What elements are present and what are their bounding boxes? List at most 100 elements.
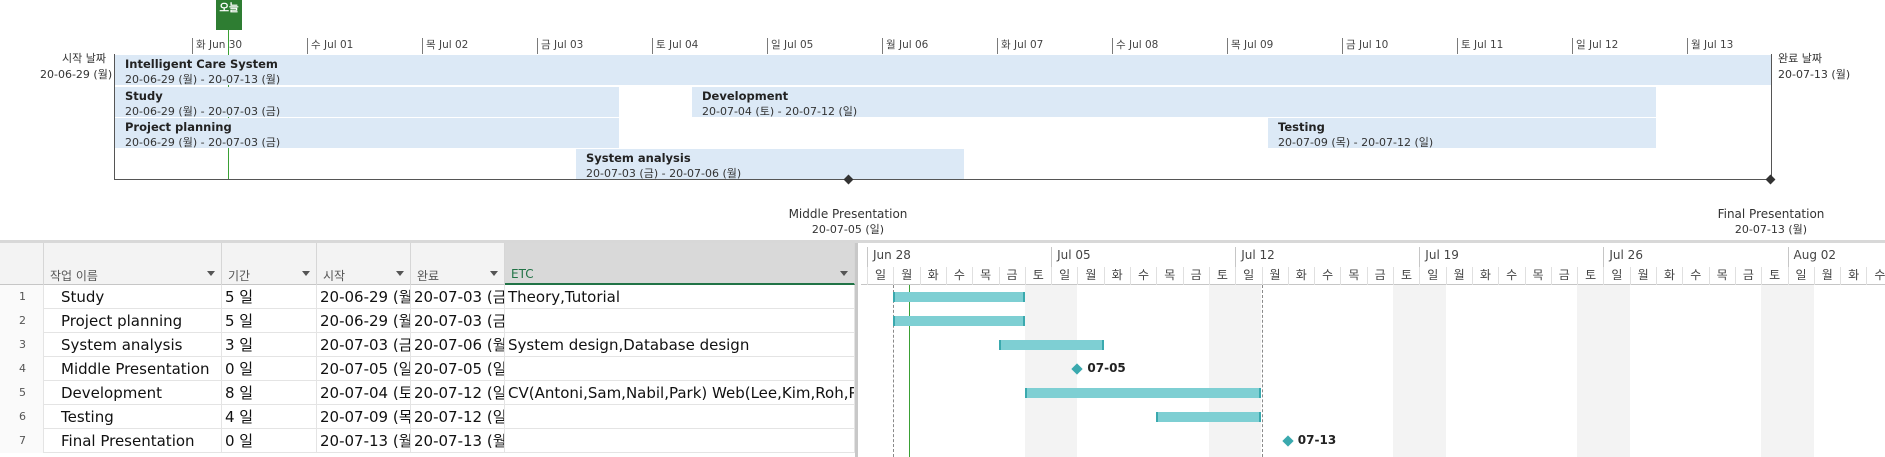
cell-duration[interactable]: 0 일 — [222, 429, 317, 453]
timeline-bar-testing[interactable]: Testing 20-07-09 (목) - 20-07-12 (일) — [1268, 118, 1656, 148]
cell-task-name[interactable]: Development — [44, 381, 222, 405]
cell-etc[interactable]: Theory,Tutorial — [505, 285, 855, 309]
table-row[interactable]: 6 Testing 4 일 20-07-09 (목) 20-07-12 (일) — [0, 405, 855, 429]
column-header-label: 완료 — [417, 269, 440, 283]
cell-task-name[interactable]: Testing — [44, 405, 222, 429]
table-row[interactable]: 3 System analysis 3 일 20-07-03 (금) 20-07-06 … — [0, 333, 855, 357]
table-header: 작업 이름 기간 시작 완료 ETC — [0, 243, 855, 285]
cell-task-name[interactable]: Middle Presentation — [44, 357, 222, 381]
row-number[interactable]: 5 — [0, 381, 44, 405]
cell-task-name[interactable]: Study — [44, 285, 222, 309]
column-header-finish[interactable]: 완료 — [411, 243, 505, 285]
row-number[interactable]: 3 — [0, 333, 44, 357]
cell-duration[interactable]: 5 일 — [222, 309, 317, 333]
column-header-task-name[interactable]: 작업 이름 — [44, 243, 222, 285]
scale-tick: 일 Jul 05 — [767, 38, 813, 54]
timescale-day: 화 — [919, 267, 946, 285]
cell-finish[interactable]: 20-07-12 (일) — [411, 381, 505, 405]
timescale-day: 토 — [1761, 267, 1787, 285]
timeline-bar-study[interactable]: Study 20-06-29 (월) - 20-07-03 (금) — [115, 87, 619, 117]
timescale-day: 화 — [1656, 267, 1682, 285]
timescale-day: 월 — [1077, 267, 1103, 285]
select-all-corner[interactable] — [0, 243, 44, 285]
start-date-label: 시작 날짜 — [62, 52, 106, 65]
cell-finish[interactable]: 20-07-03 (금) — [411, 285, 505, 309]
cell-task-name[interactable]: Project planning — [44, 309, 222, 333]
column-header-start[interactable]: 시작 — [317, 243, 411, 285]
table-row[interactable]: 7 Final Presentation 0 일 20-07-13 (월) 20-07-… — [0, 429, 855, 453]
timescale-day: 월 — [893, 267, 919, 285]
dropdown-arrow-icon[interactable] — [302, 271, 310, 276]
cell-start[interactable]: 20-07-05 (일) — [317, 357, 411, 381]
cell-start[interactable]: 20-07-04 (토) — [317, 381, 411, 405]
timescale-day: 수 — [1682, 267, 1708, 285]
cell-etc[interactable] — [505, 405, 855, 429]
timescale-day: 월 — [1445, 267, 1472, 285]
cell-start[interactable]: 20-06-29 (월) — [317, 285, 411, 309]
scale-tick: 일 Jul 12 — [1572, 38, 1618, 54]
cell-finish[interactable]: 20-07-05 (일) — [411, 357, 505, 381]
weekend-shading — [1393, 285, 1446, 457]
cell-task-name[interactable]: Final Presentation — [44, 429, 222, 453]
dropdown-arrow-icon[interactable] — [207, 271, 215, 276]
table-row[interactable]: 1 Study 5 일 20-06-29 (월) 20-07-03 (금) Theory,… — [0, 285, 855, 309]
row-number[interactable]: 4 — [0, 357, 44, 381]
cell-etc[interactable] — [505, 357, 855, 381]
finish-date-value: 20-07-13 (월) — [1778, 68, 1851, 81]
cell-finish[interactable]: 20-07-03 (금) — [411, 309, 505, 333]
cell-duration[interactable]: 5 일 — [222, 285, 317, 309]
timescale-day: 토 — [1208, 267, 1235, 285]
table-row[interactable]: 2 Project planning 5 일 20-06-29 (월) 20-07-03… — [0, 309, 855, 333]
today-marker[interactable]: 오늘 — [216, 0, 242, 30]
gantt-task-bar[interactable] — [1024, 388, 1262, 398]
row-number[interactable]: 7 — [0, 429, 44, 453]
column-header-duration[interactable]: 기간 — [222, 243, 317, 285]
timeline-bar-project-planning[interactable]: Project planning 20-06-29 (월) - 20-07-03… — [115, 118, 619, 148]
timeline-scale: 화 Jun 30 수 Jul 01 목 Jul 02 금 Jul 03 토 Ju… — [116, 38, 1772, 54]
cell-duration[interactable]: 4 일 — [222, 405, 317, 429]
cell-start[interactable]: 20-07-03 (금) — [317, 333, 411, 357]
row-number[interactable]: 1 — [0, 285, 44, 309]
cell-etc[interactable]: CV(Antoni,Sam,Nabil,Park) Web(Lee,Kim,Ro… — [505, 381, 855, 405]
cell-start[interactable]: 20-06-29 (월) — [317, 309, 411, 333]
cell-etc[interactable]: System design,Database design — [505, 333, 855, 357]
gantt-task-bar[interactable] — [893, 292, 1025, 302]
gantt-task-bar[interactable] — [998, 340, 1104, 350]
gantt-chart[interactable]: 07-05 07-13 Jun 28 Jul 05 Jul 12 Jul 19 Jul 2… — [861, 243, 1885, 457]
dropdown-arrow-icon[interactable] — [396, 271, 404, 276]
project-start-line — [893, 285, 895, 457]
cell-start[interactable]: 20-07-13 (월) — [317, 429, 411, 453]
row-number[interactable]: 6 — [0, 405, 44, 429]
cell-finish[interactable]: 20-07-12 (일) — [411, 405, 505, 429]
cell-duration[interactable]: 8 일 — [222, 381, 317, 405]
table-row[interactable]: 4 Middle Presentation 0 일 20-07-05 (일) 20-07… — [0, 357, 855, 381]
scale-tick: 화 Jul 07 — [997, 38, 1043, 54]
timeline-view[interactable]: 화 Jun 30 수 Jul 01 목 Jul 02 금 Jul 03 토 Ju… — [0, 0, 1885, 240]
row-number[interactable]: 2 — [0, 309, 44, 333]
timeline-bar-development[interactable]: Development 20-07-04 (토) - 20-07-12 (일) — [692, 87, 1656, 117]
gantt-timescale: Jun 28 Jul 05 Jul 12 Jul 19 Jul 26 Aug 02 일 월 화 수… — [861, 243, 1885, 285]
weekend-shading — [1208, 285, 1262, 457]
timescale-day: 화 — [1103, 267, 1130, 285]
dropdown-arrow-icon[interactable] — [840, 271, 848, 276]
cell-task-name[interactable]: System analysis — [44, 333, 222, 357]
milestone-diamond[interactable] — [1765, 174, 1776, 185]
cell-start[interactable]: 20-07-09 (목) — [317, 405, 411, 429]
table-row[interactable]: 5 Development 8 일 20-07-04 (토) 20-07-12 (일) C… — [0, 381, 855, 405]
gantt-task-bar[interactable] — [893, 316, 1025, 326]
cell-etc[interactable] — [505, 429, 855, 453]
cell-duration[interactable]: 0 일 — [222, 357, 317, 381]
cell-finish[interactable]: 20-07-13 (월) — [411, 429, 505, 453]
timescale-day: 수 — [1866, 267, 1885, 285]
dropdown-arrow-icon[interactable] — [490, 271, 498, 276]
cell-finish[interactable]: 20-07-06 (월) — [411, 333, 505, 357]
scale-tick: 월 Jul 13 — [1687, 38, 1733, 54]
timeline-bar-system-analysis[interactable]: System analysis 20-07-03 (금) - 20-07-06 … — [576, 149, 964, 179]
timeline-bar-project[interactable]: Intelligent Care System 20-06-29 (월) - 2… — [115, 55, 1771, 85]
cell-duration[interactable]: 3 일 — [222, 333, 317, 357]
cell-etc[interactable] — [505, 309, 855, 333]
gantt-milestone-diamond[interactable] — [1282, 435, 1294, 447]
gantt-task-bar[interactable] — [1156, 412, 1262, 422]
finish-date-label: 완료 날짜 — [1778, 52, 1822, 65]
column-header-etc[interactable]: ETC — [505, 243, 855, 285]
